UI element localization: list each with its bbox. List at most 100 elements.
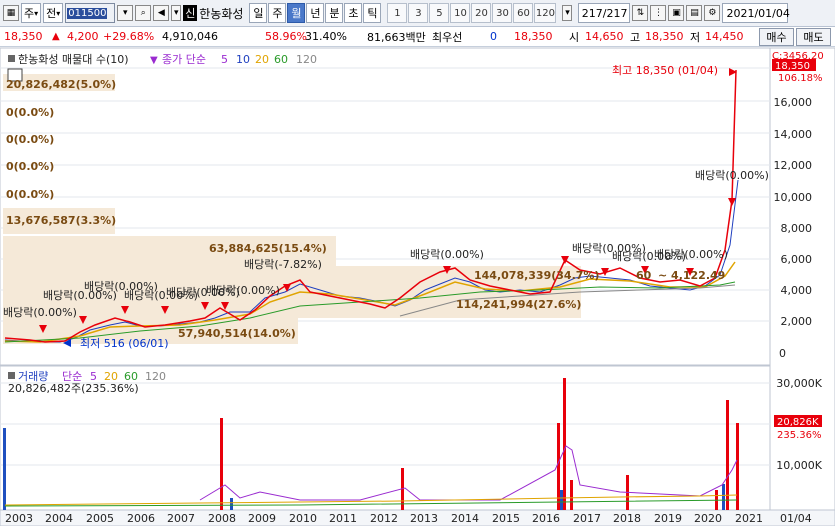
volume-y-tick: 30,000K: [776, 377, 822, 390]
x-tick: 2006: [127, 512, 155, 525]
panel-icon: [8, 55, 15, 62]
interval-buttons: 1 3 5 10 20 30 60 120: [387, 3, 557, 23]
price-panel-arrow: ▼: [150, 55, 158, 66]
date-input[interactable]: 2021/01/04: [722, 3, 790, 23]
volume-bar: [3, 428, 6, 510]
chart-type-select[interactable]: 주 ▾: [21, 3, 42, 23]
sound-icon[interactable]: ◀: [153, 5, 170, 21]
period-tab-day[interactable]: 일: [249, 3, 268, 23]
vol-ma-period-120: 120: [145, 370, 166, 383]
quote-bar: 18,350 ▲ 4,200 +29.68% 4,910,046 58.96% …: [0, 27, 835, 47]
sell-button[interactable]: 매도: [796, 28, 831, 46]
open-price: 14,650: [585, 30, 624, 43]
interval-20[interactable]: 20: [471, 3, 492, 23]
current-pct-tag: 106.18%: [778, 73, 823, 84]
chevron-down-icon[interactable]: ▾: [171, 5, 182, 21]
dropdown-arrow-icon[interactable]: ▾: [117, 5, 134, 21]
turnover-rate: 31.40%: [305, 30, 347, 43]
interval-1[interactable]: 1: [387, 3, 408, 23]
trade-amount: 81,663백만: [367, 30, 426, 44]
bracket-icon[interactable]: ⋮: [650, 5, 667, 21]
ma-period-20: 20: [255, 53, 269, 66]
interval-dropdown-icon[interactable]: ▾: [562, 5, 573, 21]
change-percent: +29.68%: [103, 30, 155, 43]
x-tick: 2016: [532, 512, 560, 525]
interval-120[interactable]: 120: [534, 3, 557, 23]
market-select[interactable]: 전 ▾: [43, 3, 64, 23]
price-y-tick: 0: [779, 347, 786, 360]
period-tab-month[interactable]: 월: [287, 3, 306, 23]
buy-button[interactable]: 매수: [759, 28, 794, 46]
x-tick: 2019: [654, 512, 682, 525]
interval-5[interactable]: 5: [429, 3, 450, 23]
volume-bar: [570, 480, 573, 510]
vp-label: 0(0.0%): [6, 106, 54, 119]
price-y-tick: 6,000: [781, 253, 813, 266]
price-y-tick: 16,000: [774, 96, 813, 109]
high-price: 18,350: [645, 30, 684, 43]
volume-value-label: 20,826,482주(235.36%): [8, 382, 139, 395]
vp-label: 0(0.0%): [6, 160, 54, 173]
low-marker: 최저 516 (06/01): [80, 337, 169, 350]
x-tick: 2003: [5, 512, 33, 525]
vp-label: 0(0.0%): [6, 133, 54, 146]
volume-bar: [726, 400, 729, 510]
volume-panel-icon: [8, 372, 15, 379]
price-ma-label: 종가 단순: [162, 53, 206, 66]
vp-label: 13,676,587(3.3%): [6, 214, 116, 227]
interval-10[interactable]: 10: [450, 3, 471, 23]
current-price-tag-text: 18,350: [775, 61, 810, 72]
period-tab-minute[interactable]: 분: [325, 3, 344, 23]
volume-bar: [230, 498, 233, 510]
stock-name: 한농화성: [199, 6, 244, 21]
period-tab-week[interactable]: 주: [268, 3, 287, 23]
period-tab-year[interactable]: 년: [306, 3, 325, 23]
ma-period-10: 10: [236, 53, 250, 66]
market-label: 전: [46, 7, 57, 20]
volume-current-tag-text: 20,826K: [777, 417, 819, 428]
ma-period-120: 120: [296, 53, 317, 66]
x-tick: 2008: [208, 512, 236, 525]
interval-3[interactable]: 3: [408, 3, 429, 23]
stock-code-input[interactable]: 011500: [65, 3, 116, 23]
period-tab-second[interactable]: 초: [344, 3, 363, 23]
save-icon[interactable]: ▣: [668, 5, 685, 21]
close-price: 18,350: [514, 30, 553, 43]
change-amount: 4,200: [67, 30, 99, 43]
period-tab-tick[interactable]: 틱: [363, 3, 382, 23]
interval-60[interactable]: 60: [513, 3, 534, 23]
up-arrow-icon: ▲: [52, 31, 60, 42]
volume-ratio: 58.96%: [265, 30, 307, 43]
ma-period-60: 60: [274, 53, 288, 66]
dividend-label: 배당락(0.00%): [3, 306, 77, 319]
volume-bar: [560, 490, 563, 510]
x-tick: 2009: [248, 512, 276, 525]
vp-label: 20,826,482(5.0%): [6, 78, 116, 91]
search-icon[interactable]: ⌕: [135, 5, 152, 21]
trend-label: ~ 4,122.49: [658, 269, 725, 282]
volume-value: 4,910,046: [162, 30, 218, 43]
volume-bar: [722, 484, 725, 510]
scroll-icon[interactable]: ⇅: [632, 5, 649, 21]
x-tick: 2014: [451, 512, 479, 525]
interval-30[interactable]: 30: [492, 3, 513, 23]
dividend-label: 배당락(0.00%): [410, 248, 484, 261]
stock-code-value: 011500: [67, 7, 108, 19]
x-tick: 2011: [329, 512, 357, 525]
gear-icon[interactable]: ⚙: [704, 5, 721, 21]
x-tick: 2015: [492, 512, 520, 525]
settings-grid-icon[interactable]: ▦: [3, 5, 19, 21]
x-tick: 2017: [573, 512, 601, 525]
x-tick: 2012: [370, 512, 398, 525]
chart-type-label: 주: [24, 7, 35, 20]
volume-bar: [557, 423, 560, 510]
volume-y-tick: 10,000K: [776, 459, 822, 472]
period-tabs: 일 주 월 년 분 초 틱: [249, 3, 382, 23]
ma-period-5: 5: [221, 53, 228, 66]
dividend-label: 배당락(-7.82%): [244, 258, 322, 271]
x-tick: 2013: [410, 512, 438, 525]
best-bid-value: 0: [490, 30, 497, 43]
volume-pct-tag: 235.36%: [777, 430, 822, 441]
low-label: 저: [690, 30, 701, 44]
print-icon[interactable]: ▤: [686, 5, 703, 21]
